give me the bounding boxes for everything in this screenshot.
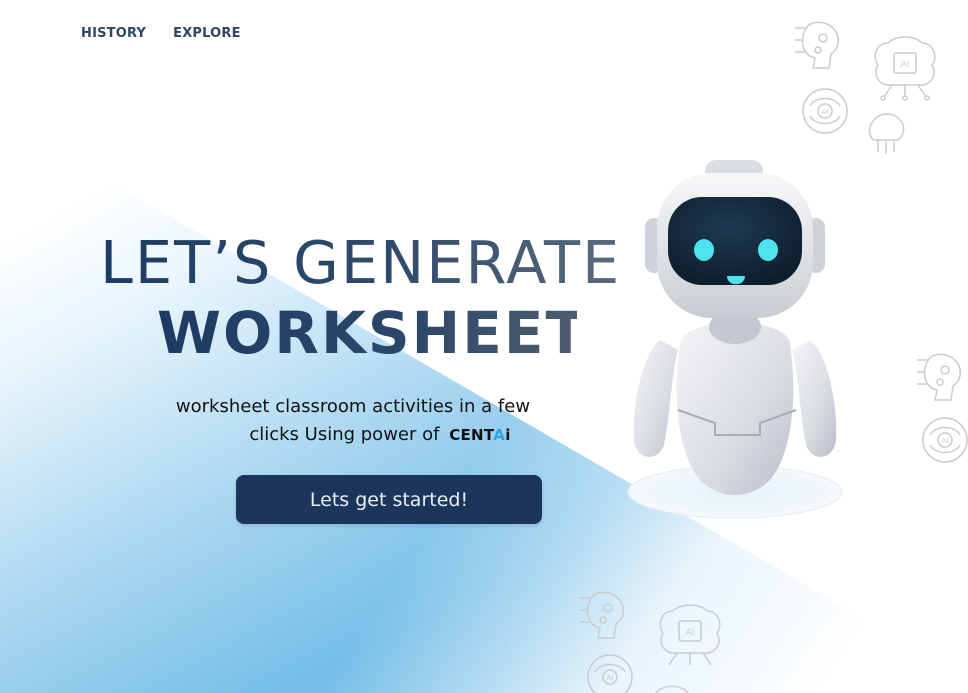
ai-head-icon <box>795 21 839 69</box>
ai-brain-icon: AI <box>802 88 848 134</box>
brand-main: CENT <box>449 426 494 444</box>
robot-illustration <box>627 160 843 519</box>
top-nav: HISTORY EXPLORE <box>81 26 241 41</box>
landing-page: HISTORY EXPLORE LET’S GENERATE WORKSHEET… <box>0 0 968 693</box>
ai-brain-label: AI <box>607 674 614 682</box>
ai-brain-icon <box>655 685 689 693</box>
brand-accent: A <box>493 426 506 444</box>
hero-title-line-2: WORKSHEET <box>157 299 588 367</box>
brand-tail: i <box>505 426 511 444</box>
ai-chip-label: AI <box>901 60 910 70</box>
subtitle-line-2-text: clicks Using power of <box>249 424 440 445</box>
hero-title-line-1: LET’S GENERATE <box>100 228 622 297</box>
get-started-button[interactable]: Lets get started! <box>236 475 542 524</box>
ai-brain-label: AI <box>822 108 829 116</box>
nav-explore-link[interactable]: EXPLORE <box>173 26 241 41</box>
nav-history-link[interactable]: HISTORY <box>81 26 146 41</box>
ai-brain-label: AI <box>942 437 949 445</box>
neural-brain-icon <box>868 113 905 154</box>
ai-head-icon <box>580 591 624 639</box>
ai-brain-icon: AI <box>922 417 968 463</box>
hero-subtitle: worksheet classroom activities in a few … <box>140 393 566 449</box>
ai-head-icon <box>917 353 961 401</box>
ai-chip-label: AI <box>686 628 695 638</box>
ai-brain-chip-icon: AI <box>659 604 721 666</box>
ai-brain-chip-icon: AI <box>874 36 936 101</box>
ai-brain-icon: AI <box>587 654 633 693</box>
centai-logo: CENTAi <box>449 426 510 444</box>
subtitle-line-1: worksheet classroom activities in a few <box>175 396 531 417</box>
subtitle-line-2: clicks Using power of CENTAi <box>140 421 566 449</box>
